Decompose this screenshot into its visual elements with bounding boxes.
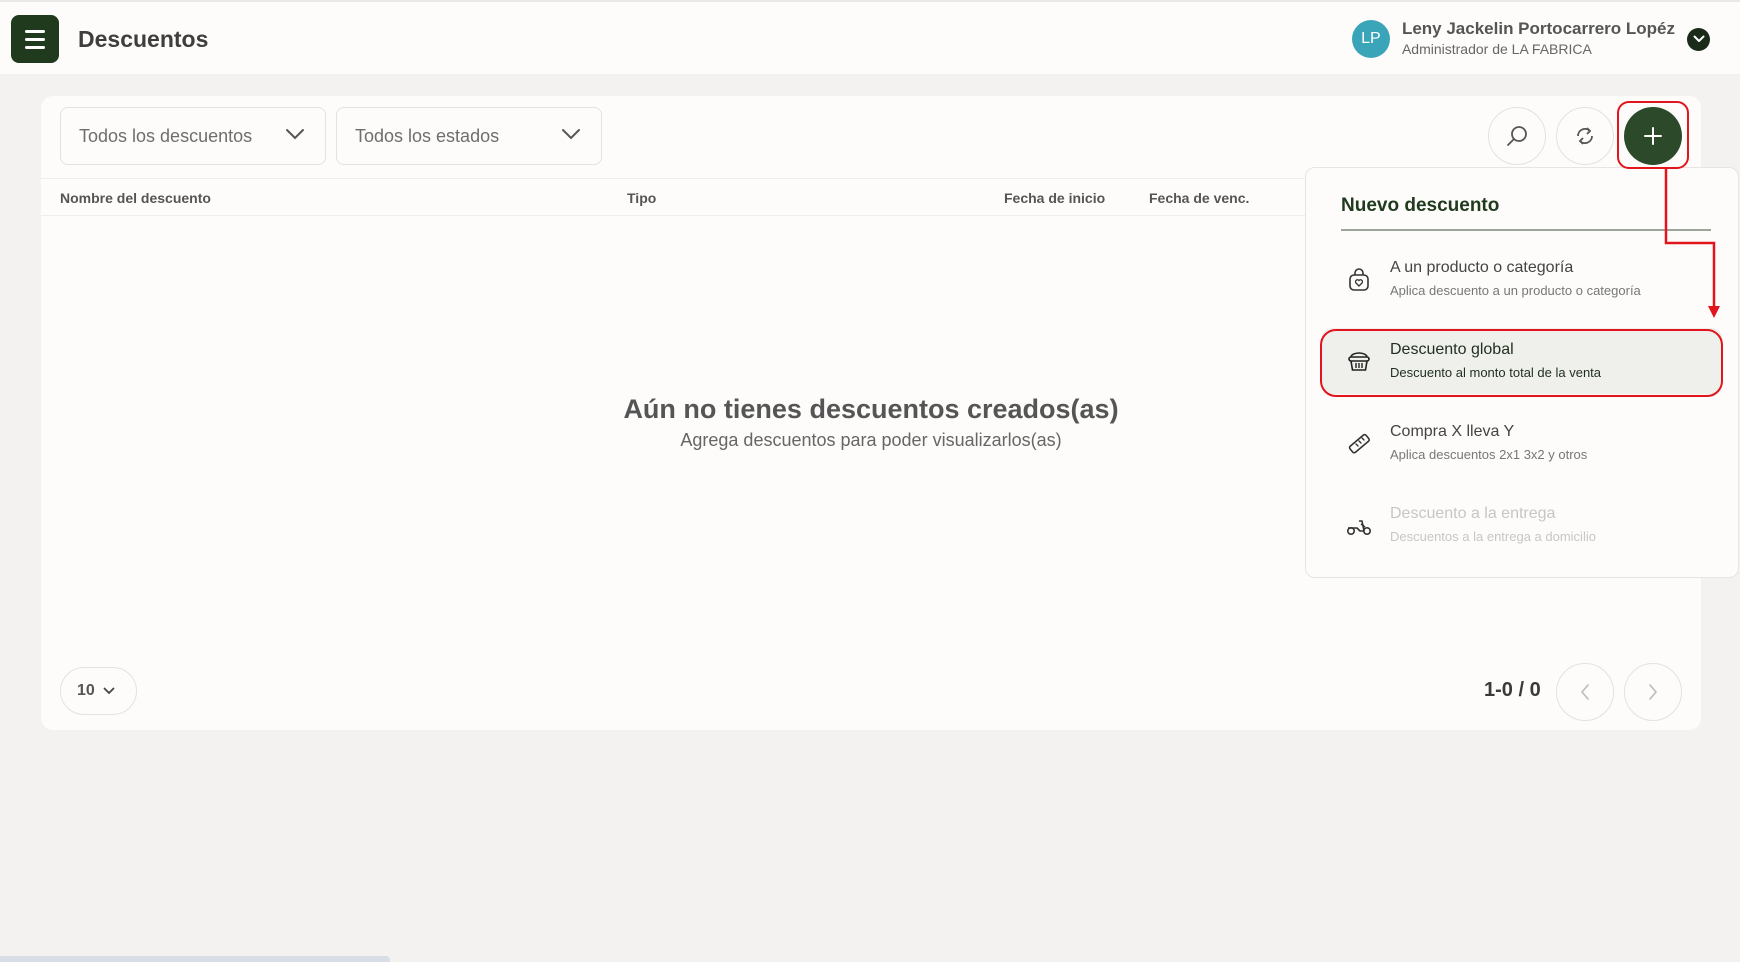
chevron-down-icon — [103, 687, 115, 695]
bag-icon — [1345, 266, 1373, 294]
column-header: Tipo — [627, 190, 657, 206]
chevron-down-icon — [286, 129, 304, 140]
pagination-range: 1-0 / 0 — [1484, 679, 1541, 701]
page-size-select[interactable]: 10 — [60, 667, 137, 715]
status-filter[interactable]: Todos los estados — [336, 107, 602, 165]
avatar: LP — [1351, 20, 1390, 58]
annotation-highlight-add-button — [1617, 101, 1689, 169]
user-role: Administrador de LA FABRICA — [1401, 41, 1592, 57]
refresh-icon — [1577, 127, 1593, 145]
menu-item-label: Compra X lleva Y — [1390, 423, 1515, 440]
discount-type-filter[interactable]: Todos los descuentos — [60, 107, 326, 165]
menu-item-label: A un producto o categoría — [1390, 259, 1574, 276]
next-page-button[interactable] — [1624, 663, 1682, 721]
menu-item-buy-x-get-y[interactable]: Compra X lleva Y Aplica descuentos 2x1 3… — [1322, 410, 1722, 476]
menu-item-description: Aplica descuentos 2x1 3x2 y otros — [1390, 447, 1588, 462]
scooter-icon — [1345, 512, 1373, 540]
chevron-down-icon[interactable] — [1687, 27, 1710, 51]
chevron-down-icon — [562, 129, 580, 140]
menu-item-description: Descuentos a la entrega a domicilio — [1390, 529, 1596, 544]
menu-item-description: Aplica descuento a un producto o categor… — [1390, 283, 1641, 298]
column-header: Fecha de inicio — [1004, 190, 1106, 206]
menu-item-label: Descuento a la entrega — [1390, 505, 1556, 522]
search-icon — [1507, 126, 1527, 146]
divider — [1341, 229, 1711, 231]
refresh-button[interactable] — [1556, 107, 1614, 165]
page-size-value: 10 — [77, 682, 95, 699]
horizontal-scrollbar[interactable] — [0, 956, 390, 962]
menu-title: Nuevo descuento — [1341, 195, 1500, 216]
discount-type-filter-value: Todos los descuentos — [79, 125, 253, 146]
page-title: Descuentos — [78, 26, 209, 52]
menu-item-product-category[interactable]: A un producto o categoría Aplica descuen… — [1322, 246, 1722, 312]
menu-icon — [25, 29, 45, 33]
ruler-tag-icon — [1345, 430, 1373, 458]
annotation-highlight-global-discount — [1320, 329, 1723, 397]
hamburger-menu-button[interactable] — [11, 15, 59, 63]
status-filter-value: Todos los estados — [355, 125, 500, 146]
user-menu[interactable]: LP Leny Jackelin Portocarrero Lopéz Admi… — [1351, 19, 1710, 59]
menu-item-delivery-discount[interactable]: Descuento a la entrega Descuentos a la e… — [1322, 492, 1722, 558]
search-button[interactable] — [1488, 107, 1546, 165]
user-name: Leny Jackelin Portocarrero Lopéz — [1401, 19, 1675, 38]
chevron-left-icon — [1580, 684, 1589, 700]
top-bar: Descuentos LP Leny Jackelin Portocarrero… — [0, 0, 1740, 74]
chevron-right-icon — [1649, 684, 1658, 700]
column-header: Nombre del descuento — [60, 190, 211, 206]
previous-page-button[interactable] — [1556, 663, 1614, 721]
column-header: Fecha de venc. — [1149, 190, 1250, 206]
